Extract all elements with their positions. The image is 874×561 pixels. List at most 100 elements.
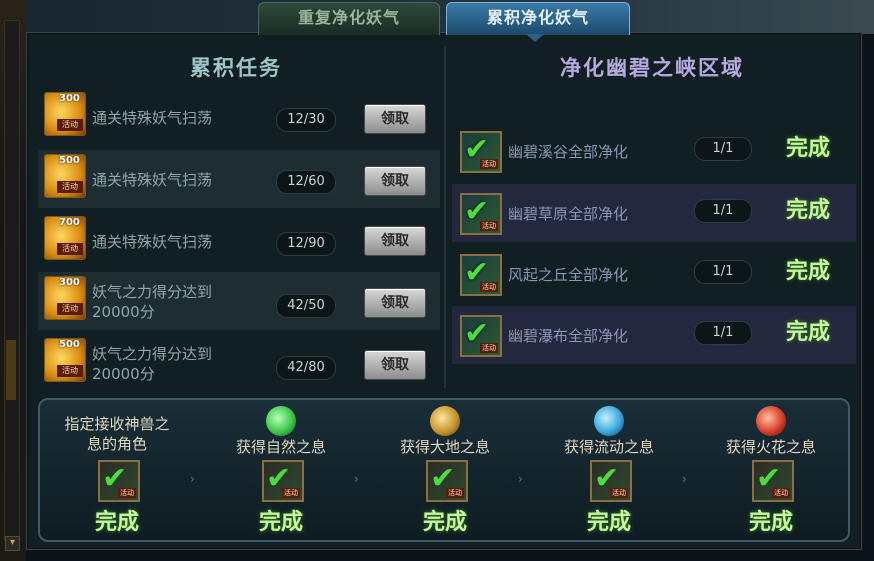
event-tag: 活动 bbox=[610, 488, 628, 498]
area-row: ✔ 活动 幽碧溪谷全部净化 1/1 完成 bbox=[452, 122, 856, 180]
task-name: 妖气之力得分达到 20000分 bbox=[92, 344, 212, 384]
event-tag: 活动 bbox=[772, 488, 790, 498]
event-tag: 活动 bbox=[118, 488, 136, 498]
area-progress: 1/1 bbox=[694, 199, 752, 223]
area-name: 风起之丘全部净化 bbox=[508, 266, 629, 284]
nature-orb-icon bbox=[266, 406, 296, 436]
event-tag: 活动 bbox=[57, 303, 83, 315]
step-designate-role: 指定接收神兽之 息的角色 ✔ 活动 完成 bbox=[42, 400, 192, 540]
task-name: 通关特殊妖气扫荡 bbox=[92, 109, 213, 127]
task-name: 妖气之力得分达到 20000分 bbox=[92, 282, 212, 322]
task-name-line2: 20000分 bbox=[92, 365, 155, 383]
task-progress: 42/80 bbox=[276, 356, 336, 380]
task-row: 500 活动 妖气之力得分达到 20000分 42/80 领取 bbox=[38, 334, 440, 392]
step-arrow-icon: › bbox=[190, 472, 195, 486]
check-icon: ✔ 活动 bbox=[262, 460, 304, 502]
complete-status: 完成 bbox=[94, 510, 139, 535]
step-flow-breath: 获得流动之息 ✔ 活动 完成 bbox=[534, 400, 684, 540]
claim-button[interactable]: 领取 bbox=[364, 166, 426, 196]
area-progress: 1/1 bbox=[694, 260, 752, 284]
complete-status: 完成 bbox=[786, 320, 831, 345]
step-label: 获得火花之息 bbox=[725, 438, 816, 456]
event-tag: 活动 bbox=[480, 221, 498, 231]
event-tag: 活动 bbox=[480, 282, 498, 292]
check-icon: ✔ 活动 bbox=[460, 193, 502, 235]
task-row: 300 活动 妖气之力得分达到 20000分 42/50 领取 bbox=[38, 272, 440, 330]
area-progress: 1/1 bbox=[694, 321, 752, 345]
step-label: 获得自然之息 bbox=[235, 438, 326, 456]
event-tag: 活动 bbox=[57, 119, 83, 131]
task-name-line1: 妖气之力得分达到 bbox=[92, 345, 213, 363]
task-name-line2: 20000分 bbox=[92, 303, 155, 321]
gold-coin-icon: 500 活动 bbox=[44, 154, 86, 198]
reward-amount: 300 bbox=[59, 277, 80, 288]
task-name: 通关特殊妖气扫荡 bbox=[92, 171, 213, 189]
complete-status: 完成 bbox=[586, 510, 631, 535]
event-tag: 活动 bbox=[57, 365, 83, 377]
check-icon: ✔ 活动 bbox=[460, 131, 502, 173]
complete-status: 完成 bbox=[422, 510, 467, 535]
area-row: ✔ 活动 风起之丘全部净化 1/1 完成 bbox=[452, 245, 856, 303]
event-tag: 活动 bbox=[282, 488, 300, 498]
event-tag: 活动 bbox=[480, 343, 498, 353]
gold-coin-icon: 300 活动 bbox=[44, 276, 86, 320]
gold-coin-icon: 500 活动 bbox=[44, 338, 86, 382]
scroll-down-icon[interactable]: ▾ bbox=[5, 536, 20, 551]
water-orb-icon bbox=[594, 406, 624, 436]
check-icon: ✔ 活动 bbox=[460, 254, 502, 296]
gold-coin-icon: 700 活动 bbox=[44, 216, 86, 260]
task-progress: 12/30 bbox=[276, 108, 336, 132]
check-icon: ✔ 活动 bbox=[98, 460, 140, 502]
event-tag: 活动 bbox=[446, 488, 464, 498]
tab-cumulative-purify[interactable]: 累积净化妖气 bbox=[446, 2, 630, 35]
check-icon: ✔ 活动 bbox=[590, 460, 632, 502]
complete-status: 完成 bbox=[786, 259, 831, 284]
step-arrow-icon: › bbox=[518, 472, 523, 486]
fire-orb-icon bbox=[756, 406, 786, 436]
area-row: ✔ 活动 幽碧草原全部净化 1/1 完成 bbox=[452, 184, 856, 242]
task-progress: 12/90 bbox=[276, 232, 336, 256]
step-label: 获得大地之息 bbox=[399, 438, 490, 456]
check-icon: ✔ 活动 bbox=[426, 460, 468, 502]
reward-amount: 700 bbox=[59, 217, 80, 228]
step-arrow-icon: › bbox=[354, 472, 359, 486]
gold-coin-icon: 300 活动 bbox=[44, 92, 86, 136]
step-label-line1: 指定接收神兽之 bbox=[64, 415, 170, 433]
purify-area-heading: 净化幽碧之峡区域 bbox=[560, 56, 744, 80]
step-earth-breath: 获得大地之息 ✔ 活动 完成 bbox=[370, 400, 520, 540]
claim-button[interactable]: 领取 bbox=[364, 288, 426, 318]
event-tag: 活动 bbox=[57, 181, 83, 193]
step-spark-breath: 获得火花之息 ✔ 活动 完成 bbox=[696, 400, 846, 540]
task-progress: 12/60 bbox=[276, 170, 336, 194]
scrollbar-track[interactable] bbox=[4, 20, 20, 542]
claim-button[interactable]: 领取 bbox=[364, 350, 426, 380]
step-arrow-icon: › bbox=[682, 472, 687, 486]
earth-orb-icon bbox=[430, 406, 460, 436]
claim-button[interactable]: 领取 bbox=[364, 104, 426, 134]
area-progress: 1/1 bbox=[694, 137, 752, 161]
complete-status: 完成 bbox=[748, 510, 793, 535]
event-tag: 活动 bbox=[57, 243, 83, 255]
active-tab-indicator bbox=[526, 34, 544, 42]
step-label: 指定接收神兽之 息的角色 bbox=[42, 414, 192, 454]
tab-repeat-purify[interactable]: 重复净化妖气 bbox=[258, 2, 440, 35]
reward-amount: 500 bbox=[59, 155, 80, 166]
scrollbar-thumb[interactable] bbox=[6, 340, 16, 400]
claim-button[interactable]: 领取 bbox=[364, 226, 426, 256]
task-row: 300 活动 通关特殊妖气扫荡 12/30 领取 bbox=[38, 88, 440, 146]
reward-amount: 500 bbox=[59, 339, 80, 350]
column-divider bbox=[444, 46, 446, 388]
area-name: 幽碧草原全部净化 bbox=[508, 205, 629, 223]
breath-steps-panel: 指定接收神兽之 息的角色 ✔ 活动 完成 › 获得自然之息 ✔ 活动 完成 › 获得大… bbox=[38, 398, 850, 542]
task-row: 500 活动 通关特殊妖气扫荡 12/60 领取 bbox=[38, 150, 440, 208]
area-name: 幽碧瀑布全部净化 bbox=[508, 327, 629, 345]
complete-status: 完成 bbox=[786, 198, 831, 223]
task-progress: 42/50 bbox=[276, 294, 336, 318]
complete-status: 完成 bbox=[786, 136, 831, 161]
cumulative-tasks-heading: 累积任务 bbox=[190, 56, 282, 80]
event-tag: 活动 bbox=[480, 159, 498, 169]
step-nature-breath: 获得自然之息 ✔ 活动 完成 bbox=[206, 400, 356, 540]
check-icon: ✔ 活动 bbox=[752, 460, 794, 502]
area-name: 幽碧溪谷全部净化 bbox=[508, 143, 629, 161]
task-name-line1: 妖气之力得分达到 bbox=[92, 283, 213, 301]
